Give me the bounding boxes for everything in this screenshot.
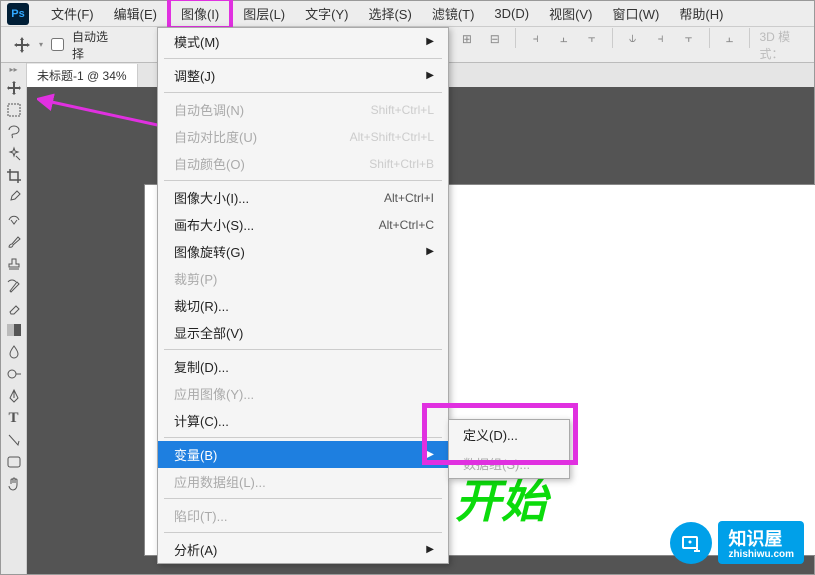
menu-image[interactable]: 图像(I) (167, 0, 233, 30)
menu-item[interactable]: 模式(M)▶ (158, 28, 448, 55)
menu-item[interactable]: 分析(A)▶ (158, 536, 448, 563)
move-tool[interactable] (2, 77, 26, 99)
menu-item: 应用数据组(L)... (158, 468, 448, 495)
menu-item: 陷印(T)... (158, 502, 448, 529)
auto-select-label: 自动选择 (72, 28, 120, 62)
align-icon[interactable]: ⊞ (456, 28, 478, 50)
dist-icon[interactable]: ⫟ (678, 28, 700, 50)
dist-icon[interactable]: ⫞ (650, 28, 672, 50)
menu-item[interactable]: 计算(C)... (158, 407, 448, 434)
dropdown-indicator[interactable]: ▾ (39, 40, 43, 49)
document-tab[interactable]: 未标题-1 @ 34% (27, 64, 138, 87)
menu-select[interactable]: 选择(S) (358, 1, 421, 26)
menu-help[interactable]: 帮助(H) (669, 1, 733, 26)
menu-item[interactable]: 调整(J)▶ (158, 62, 448, 89)
blur-tool[interactable] (2, 341, 26, 363)
watermark-brand: 知识屋 (728, 529, 782, 549)
submenu-item[interactable]: 定义(D)... (449, 420, 569, 449)
history-brush-tool[interactable] (2, 275, 26, 297)
menu-edit[interactable]: 编辑(E) (104, 1, 167, 26)
menu-item[interactable]: 复制(D)... (158, 353, 448, 380)
crop-tool[interactable] (2, 165, 26, 187)
shape-tool[interactable] (2, 451, 26, 473)
menu-item: 应用图像(Y)... (158, 380, 448, 407)
menu-layer[interactable]: 图层(L) (233, 1, 295, 26)
watermark-url: zhishiwu.com (728, 549, 794, 560)
menu-item: 自动对比度(U)Alt+Shift+Ctrl+L (158, 123, 448, 150)
ps-logo: Ps (7, 3, 29, 25)
image-menu-dropdown: 模式(M)▶ 调整(J)▶ 自动色调(N)Shift+Ctrl+L自动对比度(U)A… (157, 27, 449, 564)
move-icon (13, 36, 31, 54)
hand-tool[interactable] (2, 473, 26, 495)
menu-item[interactable]: 画布大小(S)...Alt+Ctrl+C (158, 211, 448, 238)
menu-file[interactable]: 文件(F) (41, 1, 104, 26)
wand-tool[interactable] (2, 143, 26, 165)
menu-item[interactable]: 变量(B)▶ (158, 441, 448, 468)
mode-3d-label: 3D 模式： (759, 28, 814, 62)
lasso-tool[interactable] (2, 121, 26, 143)
menu-item[interactable]: 显示全部(V) (158, 319, 448, 346)
align-icon[interactable]: ⫟ (581, 28, 603, 50)
menu-type[interactable]: 文字(Y) (295, 1, 358, 26)
toolbar: ▸▸ T (1, 63, 27, 574)
watermark-text: 知识屋 zhishiwu.com (718, 521, 804, 564)
marquee-tool[interactable] (2, 99, 26, 121)
stamp-tool[interactable] (2, 253, 26, 275)
menu-view[interactable]: 视图(V) (539, 1, 602, 26)
variable-submenu: 定义(D)...数据组(S)... (448, 419, 570, 479)
gradient-tool[interactable] (2, 319, 26, 341)
auto-select-checkbox[interactable] (51, 38, 64, 51)
menu-item[interactable]: 裁切(R)... (158, 292, 448, 319)
pen-tool[interactable] (2, 385, 26, 407)
dodge-tool[interactable] (2, 363, 26, 385)
optbar-align-icons: ▦ ⊞ ⊟ ⫞ ⫠ ⫟ ⫝ ⫞ ⫟ ⫠ 3D 模式： (428, 28, 814, 62)
watermark-icon (670, 522, 712, 564)
menu-item: 自动颜色(O)Shift+Ctrl+B (158, 150, 448, 177)
dist-icon[interactable]: ⫠ (719, 28, 741, 50)
brush-tool[interactable] (2, 231, 26, 253)
collapse-icon[interactable]: ▸▸ (9, 65, 17, 77)
align-icon[interactable]: ⫞ (525, 28, 547, 50)
menu-filter[interactable]: 滤镜(T) (422, 1, 485, 26)
menu-3d[interactable]: 3D(D) (484, 3, 539, 24)
menu-item: 裁剪(P) (158, 265, 448, 292)
dist-icon[interactable]: ⫝ (622, 28, 644, 50)
path-tool[interactable] (2, 429, 26, 451)
submenu-item: 数据组(S)... (449, 449, 569, 478)
heal-tool[interactable] (2, 209, 26, 231)
align-icon[interactable]: ⫠ (553, 28, 575, 50)
type-tool[interactable]: T (2, 407, 26, 429)
eraser-tool[interactable] (2, 297, 26, 319)
align-icon[interactable]: ⊟ (484, 28, 506, 50)
eyedropper-tool[interactable] (2, 187, 26, 209)
watermark: 知识屋 zhishiwu.com (670, 521, 804, 564)
menubar: Ps 文件(F) 编辑(E) 图像(I) 图层(L) 文字(Y) 选择(S) 滤… (1, 1, 814, 27)
menu-item[interactable]: 图像旋转(G)▶ (158, 238, 448, 265)
menu-item: 自动色调(N)Shift+Ctrl+L (158, 96, 448, 123)
menu-item[interactable]: 图像大小(I)...Alt+Ctrl+I (158, 184, 448, 211)
menu-window[interactable]: 窗口(W) (602, 1, 669, 26)
